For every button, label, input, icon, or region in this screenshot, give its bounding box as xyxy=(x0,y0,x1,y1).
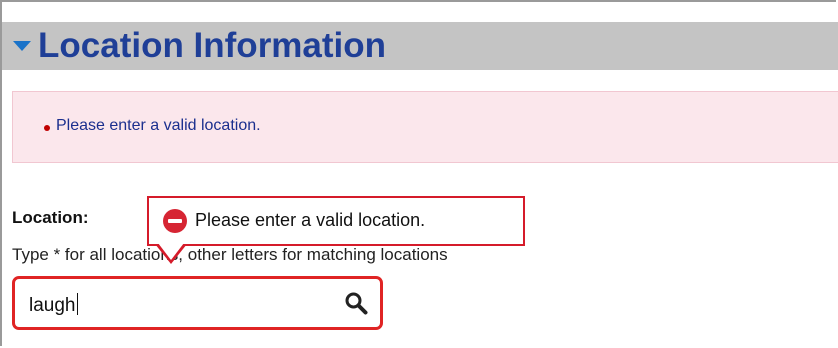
location-search-input[interactable]: laugh xyxy=(12,276,383,330)
error-summary-panel: Please enter a valid location. xyxy=(12,91,838,163)
collapse-triangle-icon[interactable] xyxy=(13,41,31,51)
section-title: Location Information xyxy=(38,26,387,65)
search-icon[interactable] xyxy=(344,291,368,315)
section-header[interactable]: Location Information xyxy=(2,22,838,70)
error-bullet-icon xyxy=(44,125,50,131)
error-summary-message: Please enter a valid location. xyxy=(56,117,261,134)
validation-tooltip: Please enter a valid location. xyxy=(147,196,525,246)
location-input-value[interactable]: laugh xyxy=(29,293,78,317)
stop-error-icon xyxy=(163,209,187,233)
location-label: Location: xyxy=(12,208,89,227)
location-help-text: Type * for all locations, other letters … xyxy=(12,245,448,264)
tooltip-arrow-fill xyxy=(158,243,184,260)
validation-tooltip-text: Please enter a valid location. xyxy=(195,210,426,230)
